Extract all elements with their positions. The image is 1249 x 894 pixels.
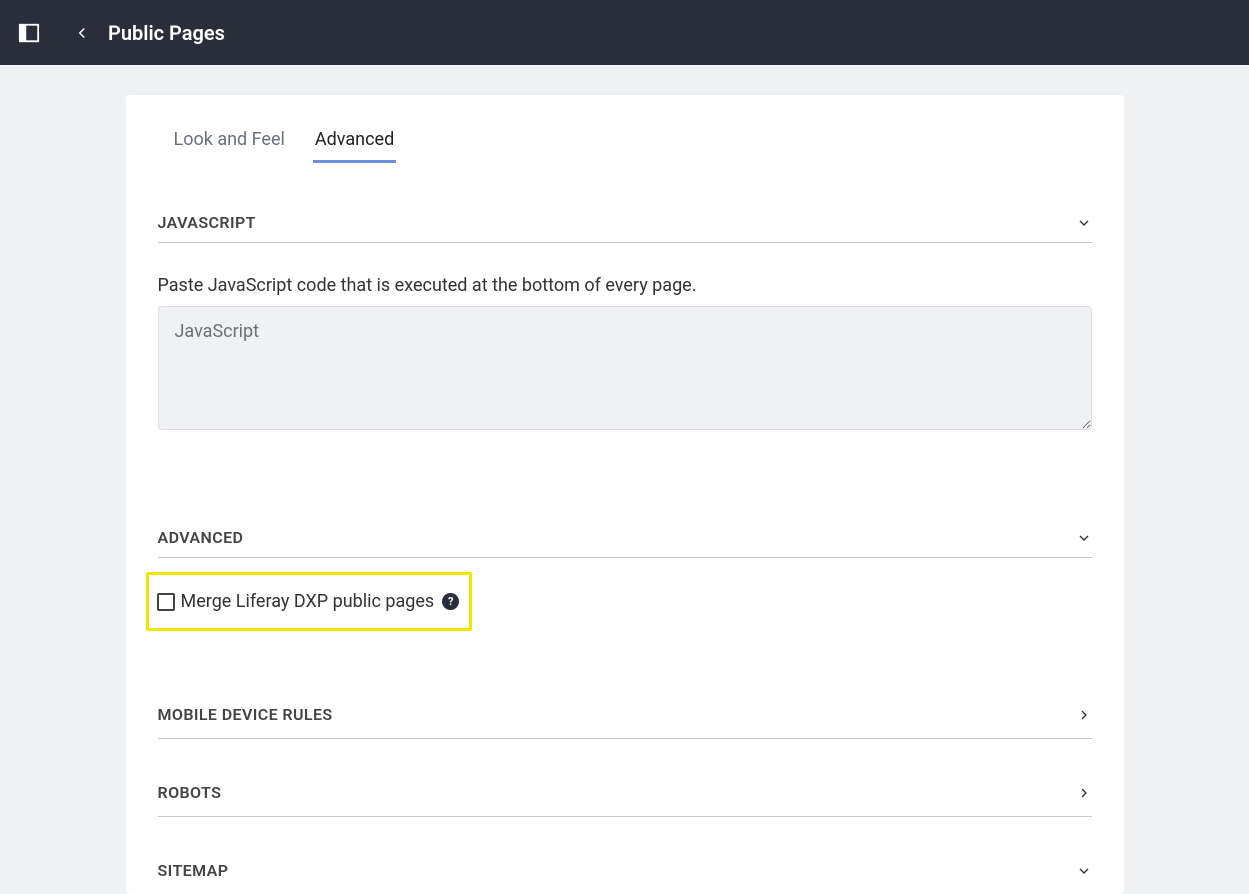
merge-pages-row: Merge Liferay DXP public pages ? [146,572,473,631]
section-javascript: JAVASCRIPT [158,203,1092,243]
section-title-robots: ROBOTS [158,783,222,802]
main-panel: Look and Feel Advanced JAVASCRIPT Paste … [126,95,1124,894]
help-icon[interactable]: ? [442,593,459,610]
javascript-input[interactable] [158,306,1092,430]
back-button[interactable] [70,21,94,45]
javascript-description: Paste JavaScript code that is executed a… [158,275,1092,296]
merge-pages-checkbox[interactable] [157,593,175,611]
chevron-right-icon [1076,785,1092,801]
merge-pages-label: Merge Liferay DXP public pages [181,591,435,612]
section-header-sitemap[interactable]: SITEMAP [158,847,1092,894]
page-title: Public Pages [108,21,225,45]
section-header-advanced[interactable]: ADVANCED [158,518,1092,557]
tabs: Look and Feel Advanced [126,95,1124,163]
section-header-robots[interactable]: ROBOTS [158,769,1092,816]
section-header-javascript[interactable]: JAVASCRIPT [158,203,1092,242]
section-title-javascript: JAVASCRIPT [158,213,256,232]
section-robots: ROBOTS [158,769,1092,817]
section-body-advanced: Merge Liferay DXP public pages ? [158,558,1092,661]
app-header: Public Pages [0,0,1249,65]
tab-look-and-feel[interactable]: Look and Feel [172,123,287,163]
content-area: JAVASCRIPT Paste JavaScript code that is… [126,163,1124,894]
section-advanced: ADVANCED [158,518,1092,558]
section-title-advanced: ADVANCED [158,528,244,547]
section-title-mobile: MOBILE DEVICE RULES [158,705,333,724]
chevron-right-icon [1076,707,1092,723]
section-header-mobile[interactable]: MOBILE DEVICE RULES [158,691,1092,738]
tab-advanced[interactable]: Advanced [313,123,396,163]
panel-icon[interactable] [18,22,40,44]
section-body-javascript: Paste JavaScript code that is executed a… [158,275,1092,462]
chevron-down-icon [1076,530,1092,546]
section-sitemap: SITEMAP [158,847,1092,894]
section-title-sitemap: SITEMAP [158,861,229,880]
section-mobile-device-rules: MOBILE DEVICE RULES [158,691,1092,739]
chevron-down-icon [1076,863,1092,879]
chevron-down-icon [1076,215,1092,231]
